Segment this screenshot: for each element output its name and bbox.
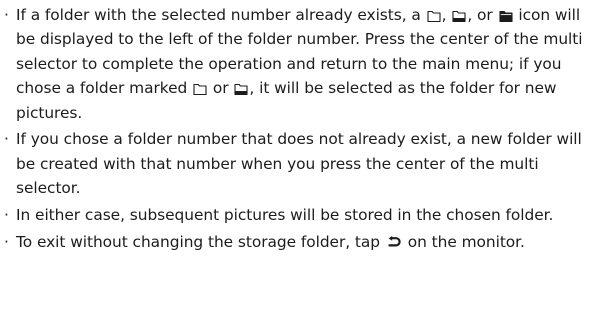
instruction-list: · If a folder with the selected number al…: [4, 3, 598, 257]
bullet-text: To exit without changing the storage fol…: [16, 232, 385, 251]
return-icon: [387, 235, 401, 249]
document-page: · If a folder with the selected number al…: [0, 0, 602, 327]
bullet-dot: ·: [4, 6, 9, 24]
bullet-text: , or: [467, 6, 498, 24]
list-item-exit: · To exit without changing the storage fo…: [4, 230, 598, 254]
list-item-either-case: · In either case, subsequent pictures wil…: [4, 203, 598, 227]
folder-empty-icon: [193, 82, 207, 96]
bullet-text: or: [208, 79, 234, 98]
folder-partial-icon: [234, 82, 248, 96]
list-item-folder-exists: · If a folder with the selected number al…: [4, 3, 598, 125]
folder-partial-icon: [452, 9, 466, 23]
folder-empty-icon: [427, 9, 441, 23]
bullet-dot: ·: [4, 232, 9, 251]
bullet-text: If a folder with the selected number alr…: [16, 6, 426, 24]
bullet-dot: ·: [4, 130, 9, 149]
bullet-text: If you chose a folder number that does n…: [16, 130, 582, 198]
folder-full-icon: [498, 9, 513, 23]
bullet-text: ,: [441, 6, 452, 24]
bullet-text: on the monitor.: [402, 232, 525, 251]
bullet-dot: ·: [4, 206, 9, 225]
bullet-text: In either case, subsequent pictures will…: [16, 206, 554, 225]
list-item-new-folder: · If you chose a folder number that does …: [4, 127, 598, 200]
